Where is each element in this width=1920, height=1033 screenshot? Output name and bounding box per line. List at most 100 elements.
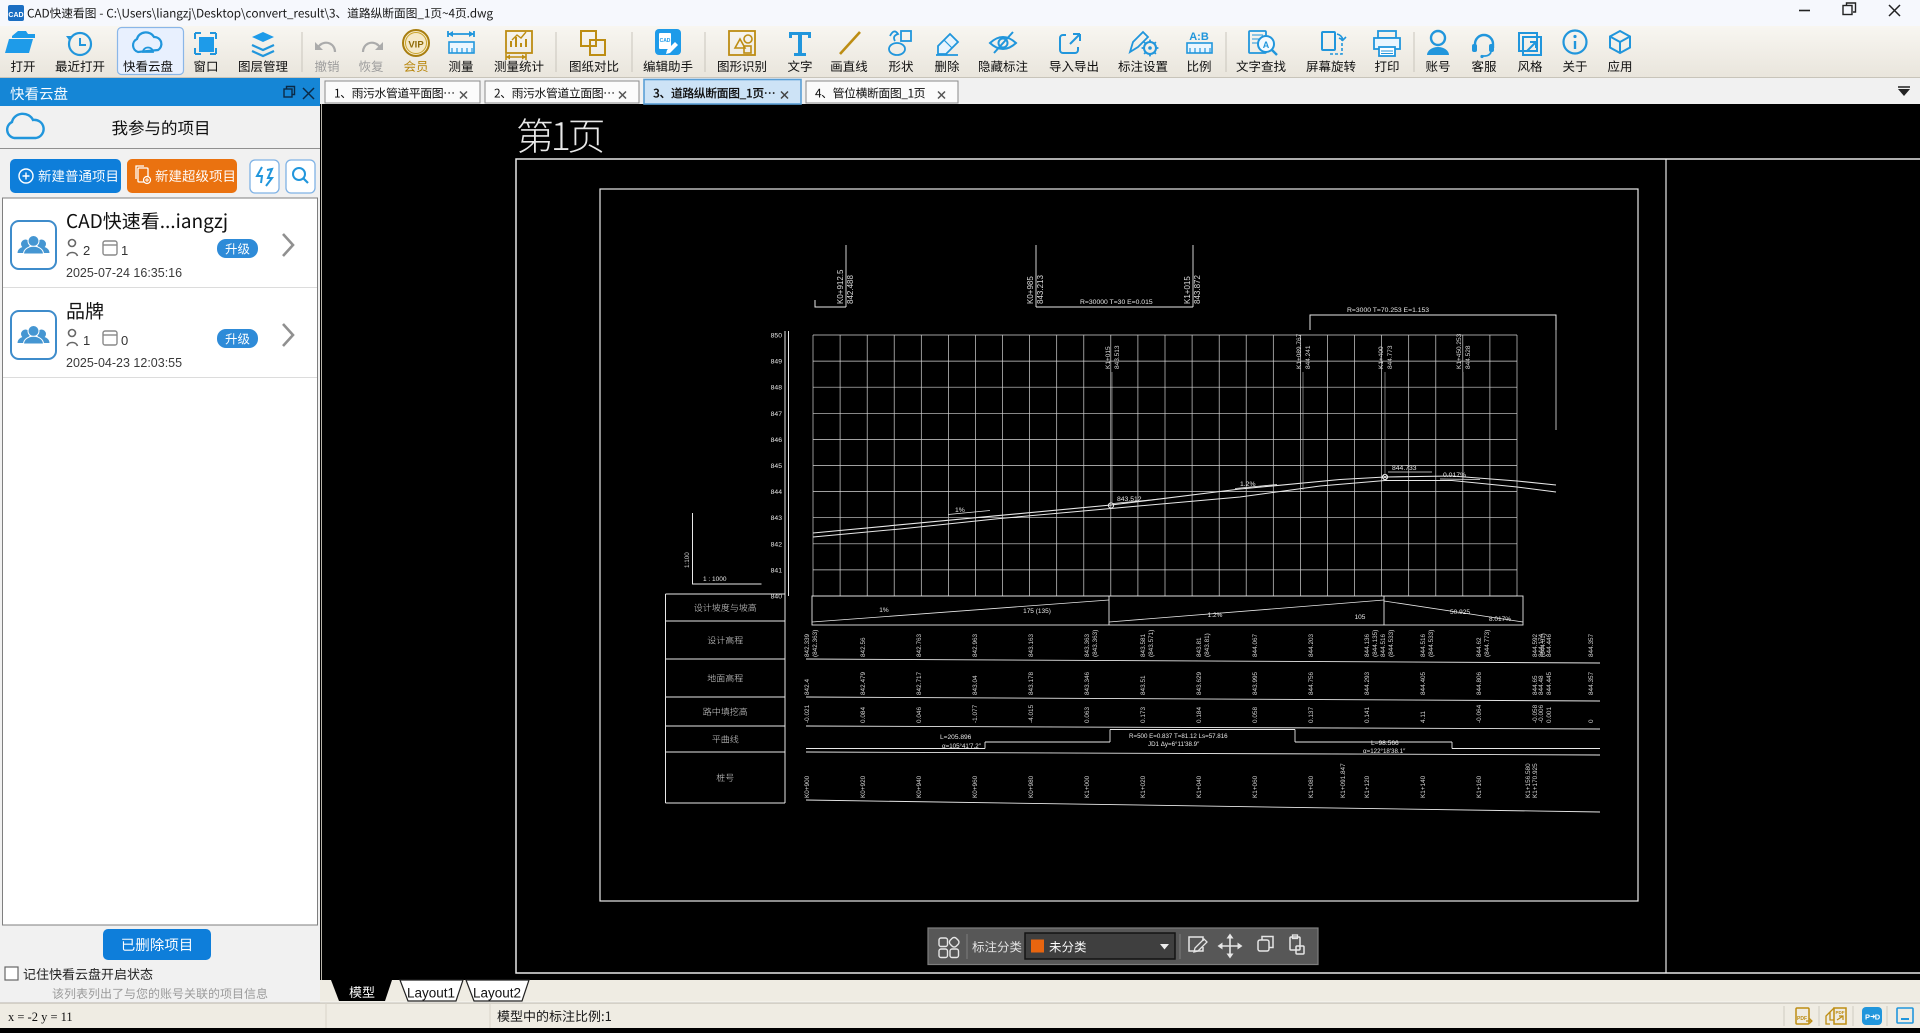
svg-text:K1+140: K1+140	[1420, 775, 1427, 798]
svg-text:0.141: 0.141	[1364, 707, 1371, 723]
svg-text:K0+985: K0+985	[1026, 276, 1035, 304]
svg-text:842.56: 842.56	[860, 637, 867, 657]
svg-text:0.173: 0.173	[1140, 707, 1147, 723]
svg-text:1.2%: 1.2%	[1208, 612, 1223, 619]
svg-text:-4.015: -4.015	[1028, 704, 1035, 723]
svg-text:(842.363): (842.363)	[812, 630, 819, 657]
svg-text:843.04: 843.04	[972, 675, 979, 695]
svg-text:846: 846	[771, 437, 783, 444]
svg-text:844.48: 844.48	[1538, 675, 1545, 695]
svg-text:844: 844	[771, 489, 783, 496]
svg-text:0.058: 0.058	[1252, 707, 1259, 723]
svg-text:K1+156.580: K1+156.580	[1525, 763, 1532, 798]
svg-text:x = -2 y = 11: x = -2 y = 11	[8, 1010, 73, 1024]
svg-text:K1+450.253: K1+450.253	[1456, 333, 1463, 369]
svg-text:(843.571): (843.571)	[1148, 630, 1155, 657]
svg-text:2025-04-23 12:03:55: 2025-04-23 12:03:55	[66, 356, 182, 370]
svg-text:K0+920: K0+920	[860, 775, 867, 798]
svg-text:K1+020: K1+020	[1140, 775, 1147, 798]
svg-text:-0.021: -0.021	[804, 704, 811, 723]
svg-text:0.063: 0.063	[1084, 707, 1091, 723]
svg-text:843: 843	[771, 515, 783, 522]
svg-text:K1+170.925: K1+170.925	[1532, 763, 1539, 798]
svg-text:843.872: 843.872	[1193, 275, 1202, 304]
svg-text:844.516: 844.516	[1380, 633, 1387, 657]
svg-text:K1+080: K1+080	[1308, 775, 1315, 798]
svg-text:PDF: PDF	[1797, 1016, 1807, 1022]
svg-text:843.51: 843.51	[1140, 675, 1147, 695]
svg-text:842: 842	[771, 541, 783, 548]
svg-text:50.925: 50.925	[1450, 609, 1470, 616]
svg-text:843.581: 843.581	[1140, 633, 1147, 657]
svg-text:(843.81): (843.81)	[1204, 633, 1211, 657]
svg-text:843.178: 843.178	[1028, 671, 1035, 695]
svg-text:K1+160: K1+160	[1476, 775, 1483, 798]
svg-text:R=30000 T=30 E=0.015: R=30000 T=30 E=0.015	[1080, 299, 1153, 306]
svg-text:844.067: 844.067	[1252, 633, 1259, 657]
svg-text:848: 848	[771, 385, 783, 392]
svg-text:L=205.896: L=205.896	[940, 734, 972, 741]
svg-text:L=98.566: L=98.566	[1371, 740, 1399, 747]
svg-text:844.773: 844.773	[1387, 345, 1394, 369]
svg-text:844.405: 844.405	[1420, 671, 1427, 695]
svg-text:844.445: 844.445	[1546, 671, 1553, 695]
svg-text:105: 105	[1355, 614, 1366, 621]
svg-text:175 (135): 175 (135)	[1023, 608, 1051, 615]
svg-text:8.017%: 8.017%	[1489, 616, 1511, 623]
svg-text:842.479: 842.479	[860, 671, 867, 695]
svg-text:α=105°41′7.2″: α=105°41′7.2″	[942, 743, 982, 750]
svg-text:R=500 E=0.837 T=81.12 Ls=57.81: R=500 E=0.837 T=81.12 Ls=57.816	[1129, 733, 1228, 740]
svg-text:K1+015: K1+015	[1183, 276, 1192, 304]
svg-text:K1+091.847: K1+091.847	[1340, 763, 1347, 798]
svg-text:0: 0	[1588, 719, 1595, 723]
svg-text:1: 1	[83, 333, 90, 348]
svg-text:0.137: 0.137	[1308, 707, 1315, 723]
svg-text:844.136: 844.136	[1364, 633, 1371, 657]
svg-text:844.733: 844.733	[1392, 465, 1417, 472]
svg-text:844.806: 844.806	[1476, 671, 1483, 695]
svg-text:843.629: 843.629	[1196, 671, 1203, 695]
svg-text:K1+120: K1+120	[1364, 775, 1371, 798]
svg-text:844.174: 844.174	[1538, 633, 1545, 657]
svg-text:844.62: 844.62	[1476, 637, 1483, 657]
svg-text:0.046: 0.046	[916, 707, 923, 723]
svg-text:(844.533): (844.533)	[1388, 630, 1395, 657]
svg-text:844.528: 844.528	[1465, 345, 1472, 369]
svg-text:0.017%: 0.017%	[1443, 472, 1466, 479]
svg-text:D: D	[1875, 1013, 1881, 1022]
svg-text:2025-07-24 16:35:16: 2025-07-24 16:35:16	[66, 266, 182, 280]
svg-text:2: 2	[83, 243, 90, 258]
svg-text:844.241: 844.241	[1305, 345, 1312, 369]
svg-text:0: 0	[121, 333, 128, 348]
svg-text:A: A	[1263, 40, 1270, 50]
svg-text:843.163: 843.163	[1028, 633, 1035, 657]
svg-text:PDF: PDF	[1836, 1010, 1845, 1015]
svg-text:843.346: 843.346	[1084, 671, 1091, 695]
svg-text:-0.006: -0.006	[1538, 704, 1545, 723]
svg-text:843.213: 843.213	[1036, 275, 1045, 304]
svg-text:842.4: 842.4	[804, 679, 811, 695]
svg-text:(844.773): (844.773)	[1484, 630, 1491, 657]
svg-text:K1+040: K1+040	[1196, 775, 1203, 798]
svg-text:840: 840	[771, 594, 783, 601]
svg-text:1%: 1%	[879, 607, 889, 614]
svg-text:CAD: CAD	[8, 12, 23, 19]
svg-text:K0+912.5: K0+912.5	[836, 269, 845, 304]
svg-text:K0+960: K0+960	[972, 775, 979, 798]
svg-text:JD1 Δy=6°11′38.9″: JD1 Δy=6°11′38.9″	[1148, 741, 1200, 748]
svg-text:CAD: CAD	[660, 38, 671, 44]
svg-text:843.363: 843.363	[1084, 633, 1091, 657]
svg-text:1: 1	[121, 243, 128, 258]
svg-text:842.717: 842.717	[916, 671, 923, 695]
svg-text:844.293: 844.293	[1364, 671, 1371, 695]
svg-text:844.357: 844.357	[1588, 633, 1595, 657]
svg-text:844.203: 844.203	[1308, 633, 1315, 657]
svg-text:844.516: 844.516	[1420, 633, 1427, 657]
svg-text:849: 849	[771, 359, 783, 366]
svg-text:-0.064: -0.064	[1476, 704, 1483, 723]
svg-text:α=122°18′38.1″: α=122°18′38.1″	[1363, 748, 1406, 755]
svg-text:844.756: 844.756	[1308, 671, 1315, 695]
svg-text:K1+015: K1+015	[1105, 346, 1112, 369]
svg-text:0.001: 0.001	[1546, 707, 1553, 723]
svg-text:850: 850	[771, 333, 783, 340]
